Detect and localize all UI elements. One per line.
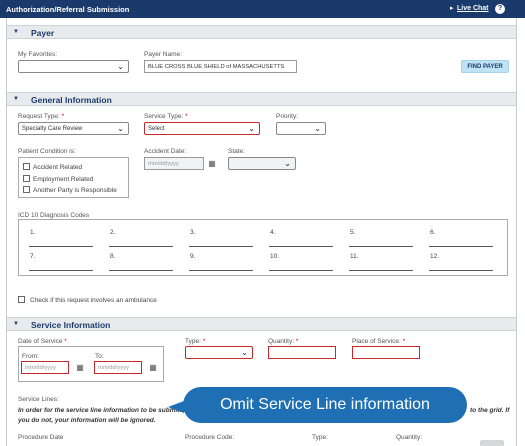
callout-text: Omit Service Line information [220, 396, 430, 413]
quantity-label: Quantity: * [268, 338, 299, 345]
from-label: From: [22, 353, 39, 360]
general-section-header[interactable]: ▼ General Information [7, 92, 516, 106]
to-label: To: [95, 353, 104, 360]
request-type-select[interactable]: Specialty Care Review ⌄ [18, 122, 129, 135]
caret-down-icon: ▼ [13, 96, 19, 102]
accident-related-label: Accident Related [33, 164, 83, 171]
callout-pointer [168, 401, 184, 413]
caret-down-icon: ▼ [13, 29, 19, 35]
employment-related-label: Employment Related [33, 176, 94, 183]
page-title: Authorization/Referral Submission [6, 5, 130, 14]
service-section-header[interactable]: ▼ Service Information [7, 317, 516, 331]
caret-down-icon: ▼ [13, 321, 19, 327]
chevron-down-icon: ⌄ [117, 124, 124, 133]
type-label: Type: * [185, 338, 206, 345]
icd-number: 4. [270, 229, 276, 236]
accident-related-checkbox[interactable] [23, 163, 30, 170]
calendar-icon[interactable]: ▦ [74, 361, 86, 374]
live-chat-link[interactable]: Live Chat [457, 5, 489, 12]
another-party-checkbox[interactable] [23, 186, 30, 193]
state-label: State: [228, 148, 245, 155]
accident-date-label: Accident Date: [144, 148, 187, 155]
icd-field-11[interactable] [349, 270, 413, 271]
service-type-value: Select [148, 126, 165, 132]
icd-field-1[interactable] [29, 246, 93, 247]
icd-field-5[interactable] [349, 246, 413, 247]
icd-number: 12. [430, 253, 440, 260]
favorites-label: My Favorites: [18, 51, 58, 58]
calendar-icon[interactable]: ▦ [206, 157, 218, 170]
quantity-input[interactable] [268, 346, 336, 359]
service-type-label: Service Type: * [144, 113, 188, 120]
icd-field-7[interactable] [29, 270, 93, 271]
icd-number: 3. [190, 229, 196, 236]
service-section-title: Service Information [31, 320, 111, 330]
service-lines-label: Service Lines: [18, 396, 59, 403]
icd-number: 5. [350, 229, 356, 236]
another-party-label: Another Party is Responsible [33, 187, 117, 194]
icd-field-8[interactable] [109, 270, 173, 271]
request-type-label: Request Type: * [18, 113, 65, 120]
patient-condition-label: Patient Condition is: [18, 148, 76, 155]
employment-related-checkbox[interactable] [23, 175, 30, 182]
omit-service-line-callout: Omit Service Line information [183, 387, 467, 423]
place-of-service-input[interactable] [352, 346, 420, 359]
priority-label: Priority: [276, 113, 299, 120]
icd-number: 1. [30, 229, 36, 236]
state-select[interactable]: ⌄ [228, 157, 296, 170]
icd-field-9[interactable] [189, 270, 253, 271]
icd-field-4[interactable] [269, 246, 333, 247]
from-date-input[interactable]: mm/dd/yyyy [21, 361, 69, 374]
icd-field-10[interactable] [269, 270, 333, 271]
service-lines-notice-end: to the grid. If [470, 407, 510, 414]
calendar-icon[interactable]: ▦ [147, 361, 159, 374]
chevron-down-icon: ⌄ [284, 159, 291, 168]
icd-label: ICD 10 Diagnosis Codes [18, 212, 90, 219]
header-bar: Authorization/Referral Submission ▸ Live… [0, 0, 525, 18]
chevron-down-icon: ⌄ [117, 62, 124, 71]
icd-number: 10. [270, 253, 280, 260]
icd-number: 9. [190, 253, 196, 260]
date-of-service-label: Date of Service * [18, 338, 67, 345]
help-icon[interactable]: ? [495, 4, 505, 14]
icd-number: 6. [430, 229, 436, 236]
priority-select[interactable]: ⌄ [276, 122, 326, 135]
icd-field-3[interactable] [189, 246, 253, 247]
procedure-code-label: Procedure Code: [185, 434, 235, 441]
payer-section-title: Payer [31, 28, 55, 38]
find-payer-button[interactable]: FIND PAYER [461, 60, 509, 73]
icd-number: 2. [110, 229, 116, 236]
line-quantity-label: Quantity: [396, 434, 423, 441]
live-chat-arrow-icon: ▸ [450, 5, 454, 12]
payer-name-input[interactable]: BLUE CROSS BLUE SHIELD of MASSACHUSETTS [144, 60, 297, 73]
service-type-select[interactable]: Select ⌄ [144, 122, 260, 135]
procedure-date-label: Procedure Date [18, 434, 64, 441]
to-date-input[interactable]: mm/dd/yyyy [94, 361, 142, 374]
icd-codes-box [18, 219, 508, 276]
icd-field-2[interactable] [109, 246, 173, 247]
icd-field-12[interactable] [429, 270, 493, 271]
chevron-down-icon: ⌄ [241, 348, 248, 357]
icd-field-6[interactable] [429, 246, 493, 247]
favorites-select[interactable]: ⌄ [18, 60, 129, 73]
icd-number: 7. [30, 253, 36, 260]
ambulance-label: Check if this request involves an ambula… [30, 297, 157, 304]
accident-date-input[interactable]: mm/dd/yyyy [144, 157, 204, 170]
icd-number: 11. [350, 253, 359, 260]
service-lines-notice-2: you do not, your information will be ign… [18, 417, 156, 424]
chevron-down-icon: ⌄ [248, 124, 255, 133]
chevron-down-icon: ⌄ [314, 124, 321, 133]
ambulance-checkbox[interactable] [18, 296, 25, 303]
request-type-value: Specialty Care Review [22, 126, 83, 132]
icd-number: 8. [110, 253, 116, 260]
service-lines-notice: In order for the service line informatio… [18, 407, 186, 414]
payer-name-label: Payer Name: [144, 51, 182, 58]
type-select[interactable]: ⌄ [185, 346, 253, 359]
place-of-service-label: Place of Service: * [352, 338, 406, 345]
payer-section-header[interactable]: ▼ Payer [7, 25, 516, 39]
general-section-title: General Information [31, 95, 112, 105]
add-line-button[interactable] [480, 440, 504, 446]
line-type-label: Type: [312, 434, 328, 441]
